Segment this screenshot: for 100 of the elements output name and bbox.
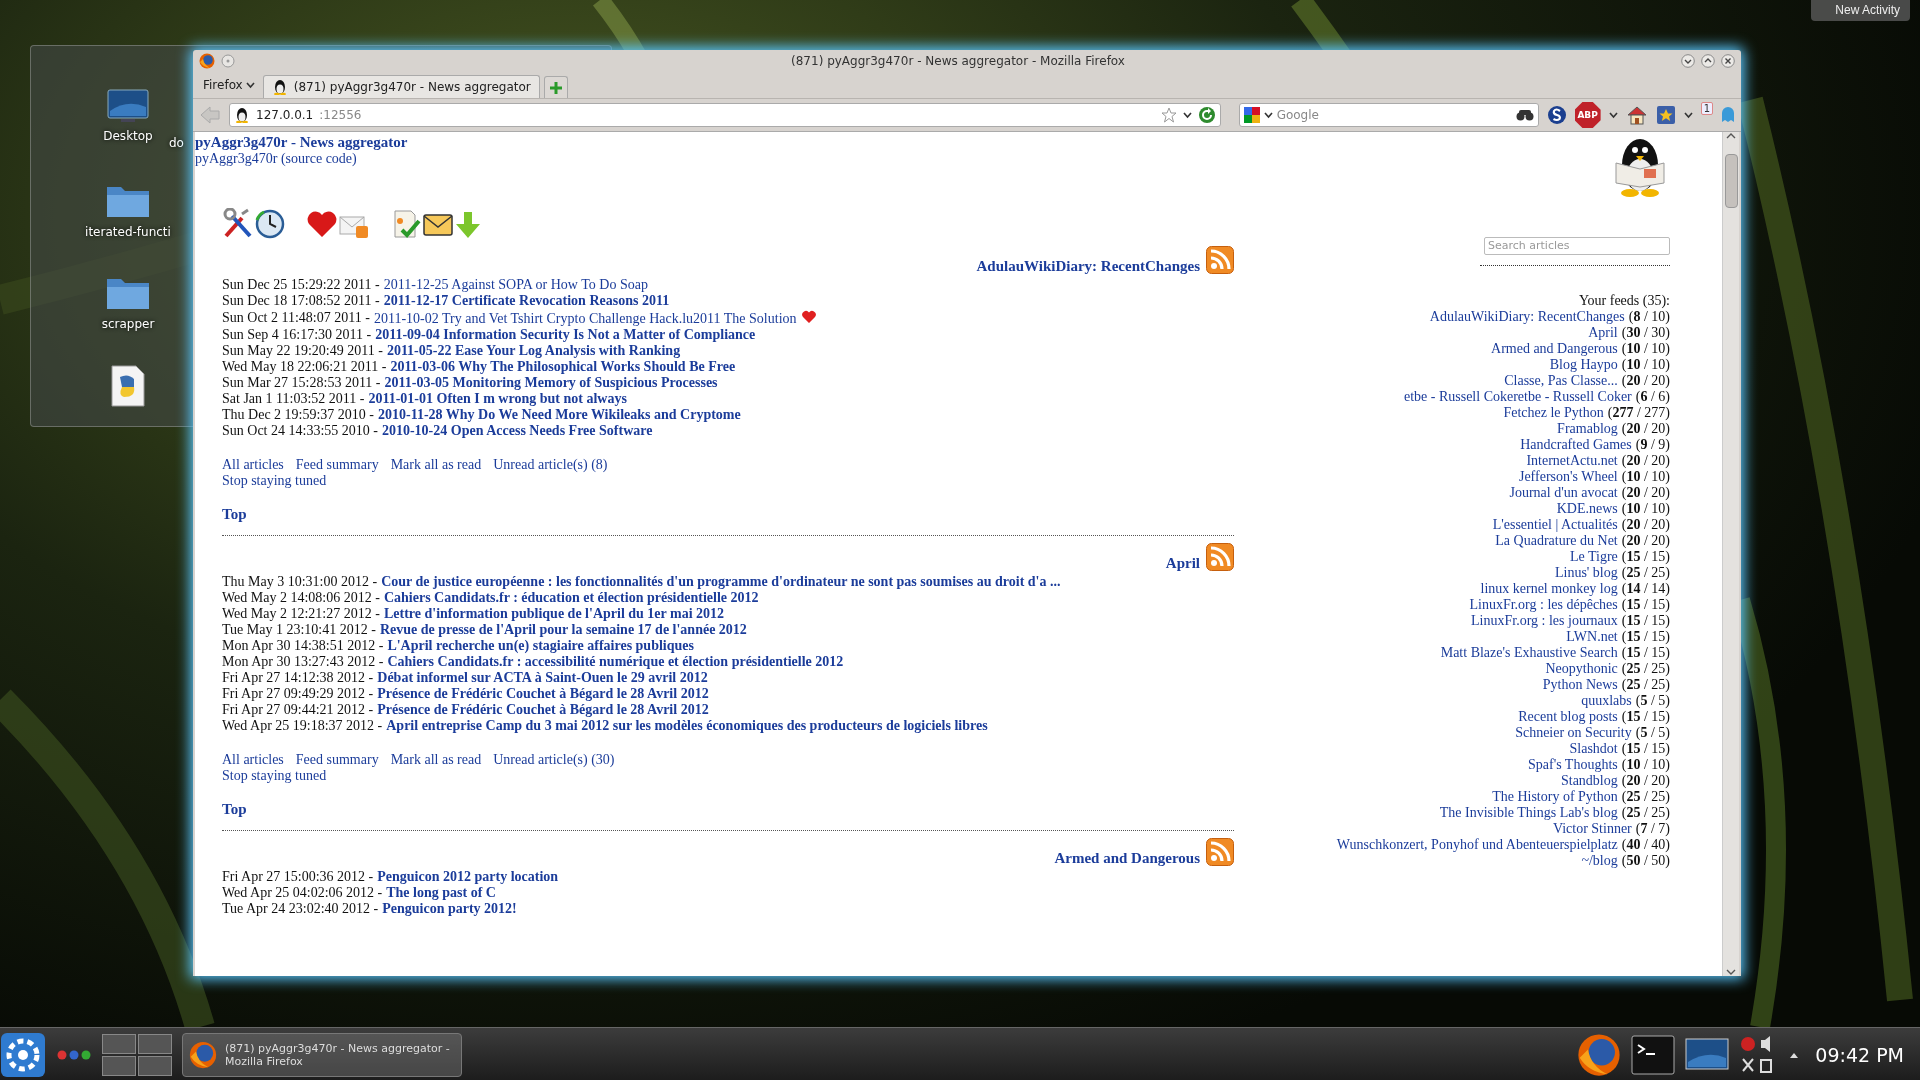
rss-icon[interactable]	[1206, 246, 1234, 274]
feed-link[interactable]: Le Tigre	[1569, 549, 1618, 565]
feed-link[interactable]: LWN.net	[1566, 629, 1618, 645]
scrollbar[interactable]	[1722, 132, 1739, 976]
feed-link[interactable]: Fetchez le Python	[1503, 405, 1604, 421]
feed-title-link[interactable]: Armed and Dangerous	[1054, 850, 1200, 866]
task-button[interactable]: (871) pyAggr3g470r - News aggregator - Mozilla Firefox	[182, 1032, 462, 1077]
monitor-icon[interactable]	[1685, 1037, 1730, 1072]
new-activity-button[interactable]: New Activity	[1811, 0, 1910, 21]
page-title-link[interactable]: pyAggr3g470r - News aggregator	[195, 134, 408, 150]
feed-link[interactable]: Slashdot	[1569, 741, 1618, 757]
clock-icon[interactable]	[254, 208, 286, 240]
scroll-down-icon[interactable]	[1726, 968, 1736, 976]
feed-link[interactable]: Schneier on Security	[1515, 725, 1632, 741]
reload-icon[interactable]	[1197, 106, 1216, 124]
article-link[interactable]: 2011-01-01 Often I m wrong but not always	[368, 391, 627, 407]
feed-action-link[interactable]: All articles	[222, 457, 284, 473]
article-link[interactable]: Présence de Frédéric Couchet à Bégard le 28 Avril 2012	[377, 702, 709, 718]
scrollbar-thumb[interactable]	[1724, 154, 1738, 208]
caret-icon[interactable]	[1683, 111, 1693, 119]
python-file-icon[interactable]	[110, 365, 146, 407]
feed-link[interactable]: LinuxFr.org : les dépêches	[1469, 597, 1618, 613]
article-link[interactable]: 2010-10-24 Open Access Needs Free Software	[381, 423, 653, 439]
feed-title-link[interactable]: April	[1165, 555, 1200, 571]
feed-link[interactable]: Framablog	[1557, 421, 1618, 437]
article-link[interactable]: The long past of C	[386, 885, 496, 901]
stop-tracking-link[interactable]: Stop staying tuned	[222, 768, 327, 784]
top-link[interactable]: Top	[222, 801, 247, 817]
article-link[interactable]: Lettre d'information publique de l'April du 1er mai 2012	[383, 606, 725, 622]
stop-tracking-link[interactable]: Stop staying tuned	[222, 473, 327, 489]
monitor-icon[interactable]	[107, 89, 149, 123]
search-engine-icon[interactable]	[1243, 107, 1260, 123]
maximize-button-icon[interactable]	[1701, 54, 1715, 68]
feed-link[interactable]: InternetActu.net	[1526, 453, 1618, 469]
new-tab-button[interactable]	[543, 76, 568, 98]
firefox-menu-button[interactable]: Firefox	[199, 78, 259, 98]
close-button-icon[interactable]	[1721, 54, 1735, 68]
article-link[interactable]: Cahiers Candidats.fr : éducation et élection présidentielle 2012	[383, 590, 759, 606]
feed-action-link[interactable]: Mark all as read	[390, 752, 482, 768]
s-circle-icon[interactable]	[1546, 105, 1567, 125]
feed-link[interactable]: Wunschkonzert, Ponyhof und Abenteuerspielplatz	[1336, 837, 1618, 853]
desktop-pager[interactable]	[102, 1033, 172, 1076]
feed-action-link[interactable]: All articles	[222, 752, 284, 768]
feed-link[interactable]: April	[1588, 325, 1618, 341]
address-field[interactable]: 127.0.0.1 :12556	[229, 103, 1221, 127]
caret-icon[interactable]	[1182, 111, 1192, 119]
article-link[interactable]: 2011-03-06 Why The Philosophical Works Should Be Free	[390, 359, 736, 375]
browser-tab[interactable]: (871) pyAggr3g470r - News aggregator	[262, 75, 540, 98]
tools-icon[interactable]	[222, 208, 254, 240]
feed-link[interactable]: Blog Haypo	[1549, 357, 1618, 373]
feed-action-link[interactable]: Unread article(s) (30)	[493, 752, 615, 768]
feed-link[interactable]: Standblog	[1561, 773, 1618, 789]
article-link[interactable]: 2011-03-05 Monitoring Memory of Suspicious Processes	[384, 375, 718, 391]
article-link[interactable]: L'April recherche un(e) stagiaire affaires publiques	[387, 638, 694, 654]
home-icon[interactable]	[1625, 105, 1648, 125]
article-link[interactable]: 2010-11-28 Why Do We Need More Wikileaks and Cryptome	[378, 407, 741, 423]
article-link[interactable]: Revue de presse de l'April pour la semaine 17 de l'année 2012	[379, 622, 747, 638]
feed-link[interactable]: Journal d'un avocat	[1509, 485, 1618, 501]
feed-link[interactable]: Spaf's Thoughts	[1528, 757, 1618, 773]
article-link[interactable]: Présence de Frédéric Couchet à Bégard le 28 Avril 2012	[377, 686, 709, 702]
feed-link[interactable]: ~/blog	[1581, 853, 1618, 869]
feed-link[interactable]: Classe, Pas Classe...	[1504, 373, 1618, 389]
article-link[interactable]: Cahiers Candidats.fr : accessibilité numérique et élection présidentielle 2012	[387, 654, 844, 670]
feed-link[interactable]: Armed and Dangerous	[1491, 341, 1618, 357]
caret-icon[interactable]	[1608, 111, 1618, 119]
feed-link[interactable]: linux kernel monkey log	[1480, 581, 1618, 597]
activity-dots-icon[interactable]	[56, 1048, 92, 1061]
search-field[interactable]: Google	[1238, 103, 1539, 127]
article-link[interactable]: Cour de justice européenne : les fonctionnalités d'un programme d'ordinateur ne sont pas soumises au droit d'a ...	[381, 574, 1061, 590]
caret-icon[interactable]	[1263, 111, 1273, 119]
feed-link[interactable]: Python News	[1542, 677, 1618, 693]
feed-link[interactable]: The History of Python	[1492, 789, 1618, 805]
feed-link[interactable]: Victor Stinner	[1552, 821, 1632, 837]
article-link[interactable]: 2011-12-25 Against SOPA or How To Do Soap	[383, 277, 648, 293]
feed-link[interactable]: LinuxFr.org : les journaux	[1471, 613, 1618, 629]
feed-action-link[interactable]: Mark all as read	[390, 457, 482, 473]
firefox-logo-icon[interactable]	[1577, 1032, 1622, 1077]
feed-link[interactable]: Handcrafted Games	[1520, 437, 1632, 453]
scroll-up-icon[interactable]	[1726, 132, 1736, 140]
feed-action-link[interactable]: Feed summary	[295, 752, 379, 768]
feed-link[interactable]: Neopythonic	[1545, 661, 1618, 677]
rss-icon[interactable]	[1206, 838, 1234, 866]
article-link[interactable]: 2011-05-22 Ease Your Log Analysis with Ranking	[386, 343, 681, 359]
article-link[interactable]: April entreprise Camp du 3 mai 2012 sur les modèles économiques des producteurs de logiciels libres	[386, 718, 988, 734]
launcher-button[interactable]	[0, 1031, 46, 1078]
top-link[interactable]: Top	[222, 506, 247, 522]
feed-link[interactable]: The Invisible Things Lab's blog	[1439, 805, 1618, 821]
feed-link[interactable]: Recent blog posts	[1518, 709, 1618, 725]
feed-link[interactable]: Matt Blaze's Exhaustive Search	[1440, 645, 1618, 661]
article-link[interactable]: 2011-10-02 Try and Vet Tshirt Crypto Challenge Hack.lu2011 The Solution	[373, 309, 817, 327]
feed-link[interactable]: AdulauWikiDiary: RecentChanges	[1429, 309, 1625, 325]
firefox-logo-icon[interactable]	[199, 53, 215, 69]
feed-link[interactable]: Jefferson's Wheel	[1518, 469, 1618, 485]
minimize-button-icon[interactable]	[1681, 54, 1695, 68]
feed-link[interactable]: quuxlabs	[1581, 693, 1632, 709]
article-link[interactable]: 2011-12-17 Certificate Revocation Reasons 2011	[383, 293, 670, 309]
article-link[interactable]: Penguicon party 2012!	[382, 901, 517, 917]
feed-link[interactable]: L'essentiel | Actualités	[1492, 517, 1618, 533]
binoculars-icon[interactable]	[1515, 109, 1534, 121]
article-link[interactable]: Penguicon 2012 party location	[377, 869, 559, 885]
